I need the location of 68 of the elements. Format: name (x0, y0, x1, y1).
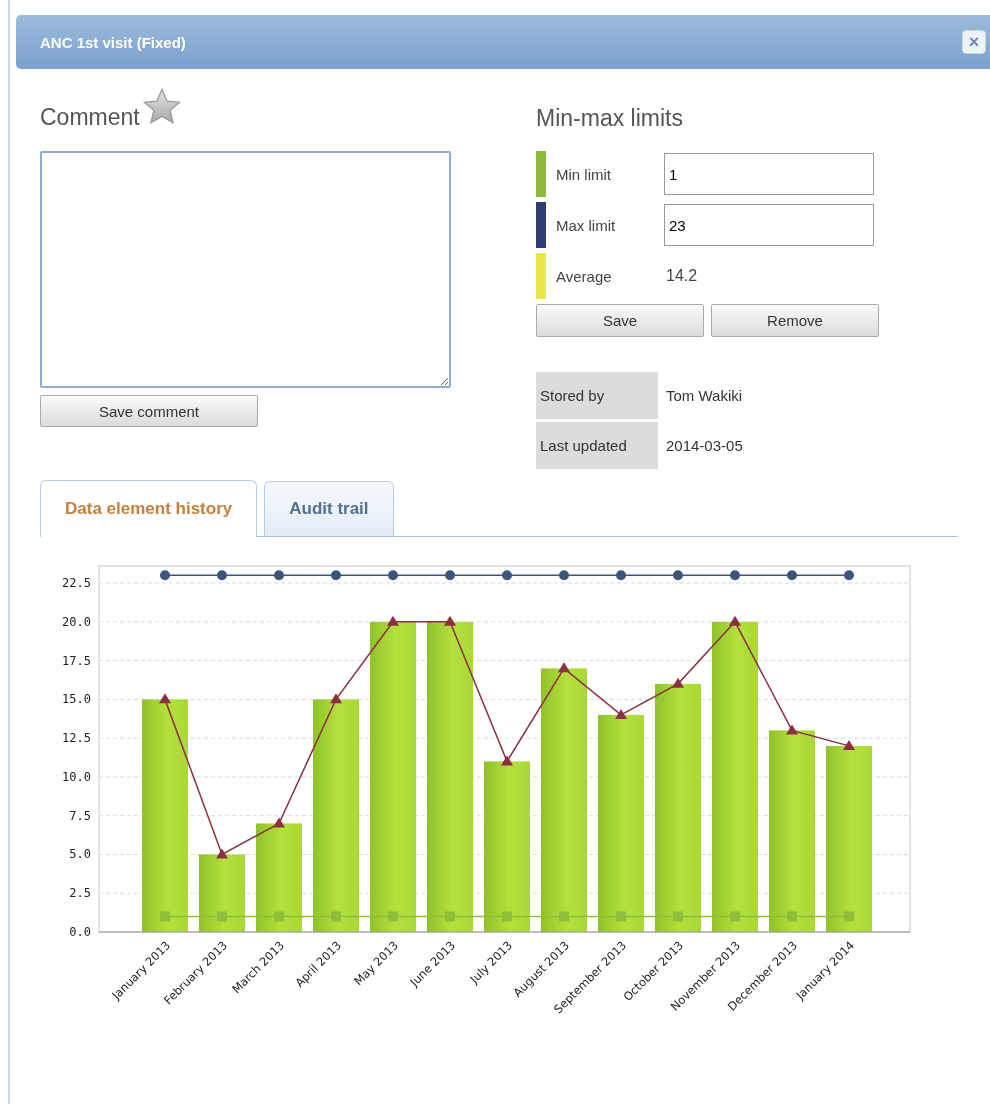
point (160, 911, 170, 922)
info-value: 2014-03-05 (665, 437, 743, 454)
point (616, 911, 626, 922)
limits-heading: Min-max limits (536, 105, 684, 133)
point (217, 570, 227, 581)
y-tick-label: 2.5 (69, 886, 91, 901)
point (388, 911, 398, 922)
point (787, 911, 797, 922)
save-comment-button[interactable]: Save comment (40, 395, 258, 427)
remove-button[interactable]: Remove (711, 304, 879, 337)
point (786, 724, 798, 735)
y-tick-label: 17.5 (62, 653, 91, 668)
y-tick-label: 10.0 (62, 769, 91, 784)
point (388, 570, 398, 581)
y-tick-label: 15.0 (62, 692, 91, 707)
save-button[interactable]: Save (536, 304, 704, 337)
point (217, 911, 227, 922)
star-icon[interactable] (141, 87, 182, 127)
point (330, 693, 342, 704)
y-tick-label: 12.5 (62, 731, 91, 746)
point (672, 677, 684, 688)
point (387, 615, 399, 626)
dialog-title: ANC 1st visit (Fixed) (40, 33, 186, 51)
average-value: 14.2 (665, 267, 698, 285)
point (559, 911, 569, 922)
point (160, 570, 170, 581)
point (216, 848, 228, 859)
point (730, 911, 740, 922)
info-value: Tom Wakiki (665, 387, 743, 404)
point (673, 570, 683, 581)
point (558, 662, 570, 673)
y-tick-label: 0.0 (69, 925, 91, 939)
point (273, 817, 285, 828)
limit-label: Max limit (555, 216, 617, 234)
point (730, 570, 740, 581)
point (159, 693, 171, 704)
limit-label: Min limit (555, 165, 612, 183)
limit-input[interactable]: 1 (664, 153, 874, 195)
point (501, 755, 513, 766)
limit-label: Average (555, 267, 613, 285)
info-label: Last updated (536, 422, 658, 469)
y-tick-label: 22.5 (62, 576, 91, 591)
point (673, 911, 683, 922)
point (502, 911, 512, 922)
point (331, 911, 341, 922)
point (616, 570, 626, 581)
y-tick-label: 20.0 (62, 614, 91, 629)
point (615, 708, 627, 719)
info-label: Stored by (536, 372, 658, 419)
point (559, 570, 569, 581)
comment-field[interactable] (40, 151, 451, 388)
point (502, 570, 512, 581)
point (843, 739, 855, 750)
point (787, 570, 797, 581)
y-tick-label: 5.0 (69, 847, 91, 862)
point (274, 911, 284, 922)
point (444, 615, 456, 626)
point (844, 911, 854, 922)
tab[interactable]: Audit trail (264, 481, 394, 536)
point (844, 570, 854, 581)
point (445, 911, 455, 922)
point (274, 570, 284, 581)
comment-heading: Comment (40, 104, 140, 131)
point (729, 615, 741, 626)
limit-input[interactable]: 23 (664, 204, 874, 246)
point (445, 570, 455, 581)
point (331, 570, 341, 581)
y-tick-label: 7.5 (69, 808, 91, 823)
